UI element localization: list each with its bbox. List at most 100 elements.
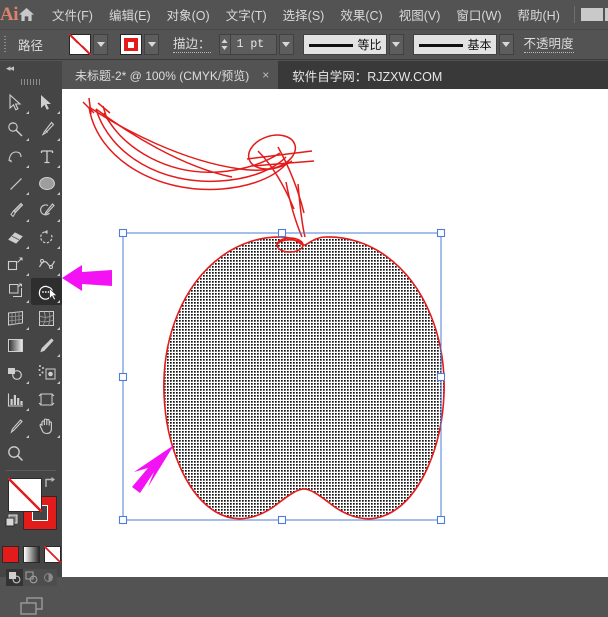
line-segment-tool[interactable]	[0, 170, 31, 197]
close-icon[interactable]: ×	[262, 69, 269, 81]
tool-flyout-corner	[57, 300, 60, 303]
stroke-dropdown-icon[interactable]	[144, 34, 159, 55]
control-bar-grip[interactable]	[0, 29, 10, 60]
default-fill-stroke-icon[interactable]	[5, 514, 18, 532]
fill-dropdown-icon[interactable]	[93, 34, 108, 55]
stroke-weight-stepper[interactable]	[219, 34, 231, 55]
profile-label: 等比	[358, 36, 382, 53]
tool-flyout-corner	[57, 354, 60, 357]
document-tab-bar: 未标题-2* @ 100% (CMYK/预览) × 软件自学网：RJZXW.CO…	[0, 61, 608, 89]
document-canvas[interactable]	[62, 89, 608, 577]
home-icon[interactable]	[18, 0, 35, 29]
draw-normal-button[interactable]	[6, 569, 23, 586]
column-graph-tool[interactable]	[0, 386, 31, 413]
color-swatch-button[interactable]	[2, 546, 19, 563]
tool-flyout-corner	[57, 246, 60, 249]
menu-effect[interactable]: 效果(C)	[332, 0, 390, 29]
apple-leaf[interactable]	[83, 98, 314, 213]
pen-tool[interactable]	[31, 116, 62, 143]
rotate-tool[interactable]	[31, 224, 62, 251]
collapse-panel-icon[interactable]: ◂◂	[0, 61, 62, 76]
tool-flyout-corner	[57, 138, 60, 141]
app-logo: Ai	[0, 0, 18, 29]
menu-view[interactable]: 视图(V)	[391, 0, 449, 29]
tools-panel-grip[interactable]	[0, 76, 62, 88]
tab-title: 未标题-2* @ 100% (CMYK/预览)	[75, 67, 249, 84]
tool-flyout-corner	[26, 138, 29, 141]
blend-tool[interactable]	[0, 359, 31, 386]
tools-panel-divider	[6, 470, 56, 471]
free-transform-tool[interactable]	[0, 278, 31, 305]
tool-flyout-corner	[26, 300, 29, 303]
hand-tool[interactable]	[31, 413, 62, 440]
gradient-tool[interactable]	[0, 332, 31, 359]
window-controls	[568, 0, 608, 29]
curvature-tool[interactable]	[0, 143, 31, 170]
width-warp-tool[interactable]	[31, 251, 62, 278]
none-swatch-button[interactable]	[44, 546, 61, 563]
stroke-weight-label: 描边：	[173, 37, 211, 53]
stroke-weight-dropdown-icon[interactable]	[279, 34, 294, 55]
shape-builder-tool[interactable]	[31, 278, 62, 305]
fill-stroke-controls	[0, 474, 62, 542]
draw-behind-button[interactable]	[23, 569, 40, 586]
fill-swatch-large[interactable]	[8, 478, 42, 512]
paintbrush-tool[interactable]	[0, 197, 31, 224]
mesh-tool[interactable]	[31, 305, 62, 332]
arrow-to-apple-shape	[132, 445, 174, 493]
apple-shape-group[interactable]	[164, 237, 444, 519]
opacity-label[interactable]: 不透明度	[524, 37, 574, 53]
swap-fill-stroke-icon[interactable]	[43, 476, 56, 494]
fill-color-swatch[interactable]	[69, 34, 91, 55]
menu-select[interactable]: 选择(S)	[275, 0, 333, 29]
tool-flyout-corner	[57, 273, 60, 276]
artwork-svg[interactable]	[62, 89, 608, 577]
tool-flyout-corner	[26, 381, 29, 384]
tool-flyout-corner	[26, 246, 29, 249]
menu-type[interactable]: 文字(T)	[218, 0, 275, 29]
menu-file[interactable]: 文件(F)	[44, 0, 101, 29]
direct-selection-tool[interactable]	[31, 89, 62, 116]
brush-label: 基本	[468, 36, 492, 53]
tool-flyout-corner	[26, 219, 29, 222]
shaper-pencil-tool[interactable]	[31, 197, 62, 224]
zoom-tool[interactable]	[0, 440, 31, 467]
tool-grid-spacer	[31, 440, 62, 467]
minimize-button[interactable]	[581, 8, 603, 21]
menu-bar: Ai 文件(F) 编辑(E) 对象(O) 文字(T) 选择(S) 效果(C) 视…	[0, 0, 608, 29]
variable-width-profile[interactable]: 等比	[303, 34, 387, 55]
tool-flyout-corner	[26, 408, 29, 411]
menu-window[interactable]: 窗口(W)	[448, 0, 509, 29]
profile-dropdown-icon[interactable]	[389, 34, 404, 55]
stroke-weight-input[interactable]: 1 pt	[231, 34, 277, 55]
artboard-tool[interactable]	[31, 386, 62, 413]
symbol-sprayer-tool[interactable]	[31, 359, 62, 386]
brush-dropdown-icon[interactable]	[499, 34, 514, 55]
draw-mode-buttons	[0, 569, 62, 586]
change-screen-mode-button[interactable]	[0, 595, 62, 617]
magic-wand-tool[interactable]	[0, 116, 31, 143]
eraser-tool[interactable]	[0, 224, 31, 251]
tool-flyout-corner	[57, 192, 60, 195]
menu-edit[interactable]: 编辑(E)	[101, 0, 159, 29]
ellipse-tool[interactable]	[31, 170, 62, 197]
gradient-swatch-button[interactable]	[23, 546, 40, 563]
selection-tool[interactable]	[0, 89, 31, 116]
scale-tool[interactable]	[0, 251, 31, 278]
menu-help[interactable]: 帮助(H)	[510, 0, 568, 29]
control-bar: 路径 描边： 1 pt 等比 基本	[0, 29, 608, 60]
stroke-color-swatch[interactable]	[120, 34, 142, 55]
perspective-grid-tool[interactable]	[0, 305, 31, 332]
tool-flyout-corner	[26, 192, 29, 195]
tab-untitled-2[interactable]: 未标题-2* @ 100% (CMYK/预览) ×	[62, 61, 278, 89]
brush-definition[interactable]: 基本	[413, 34, 497, 55]
tool-flyout-corner	[26, 273, 29, 276]
tool-flyout-corner	[57, 111, 60, 114]
tool-flyout-corner	[57, 327, 60, 330]
eyedropper-tool[interactable]	[31, 332, 62, 359]
draw-inside-button[interactable]	[40, 569, 57, 586]
slice-tool[interactable]	[0, 413, 31, 440]
tool-flyout-corner	[26, 111, 29, 114]
type-tool[interactable]	[31, 143, 62, 170]
menu-object[interactable]: 对象(O)	[159, 0, 218, 29]
